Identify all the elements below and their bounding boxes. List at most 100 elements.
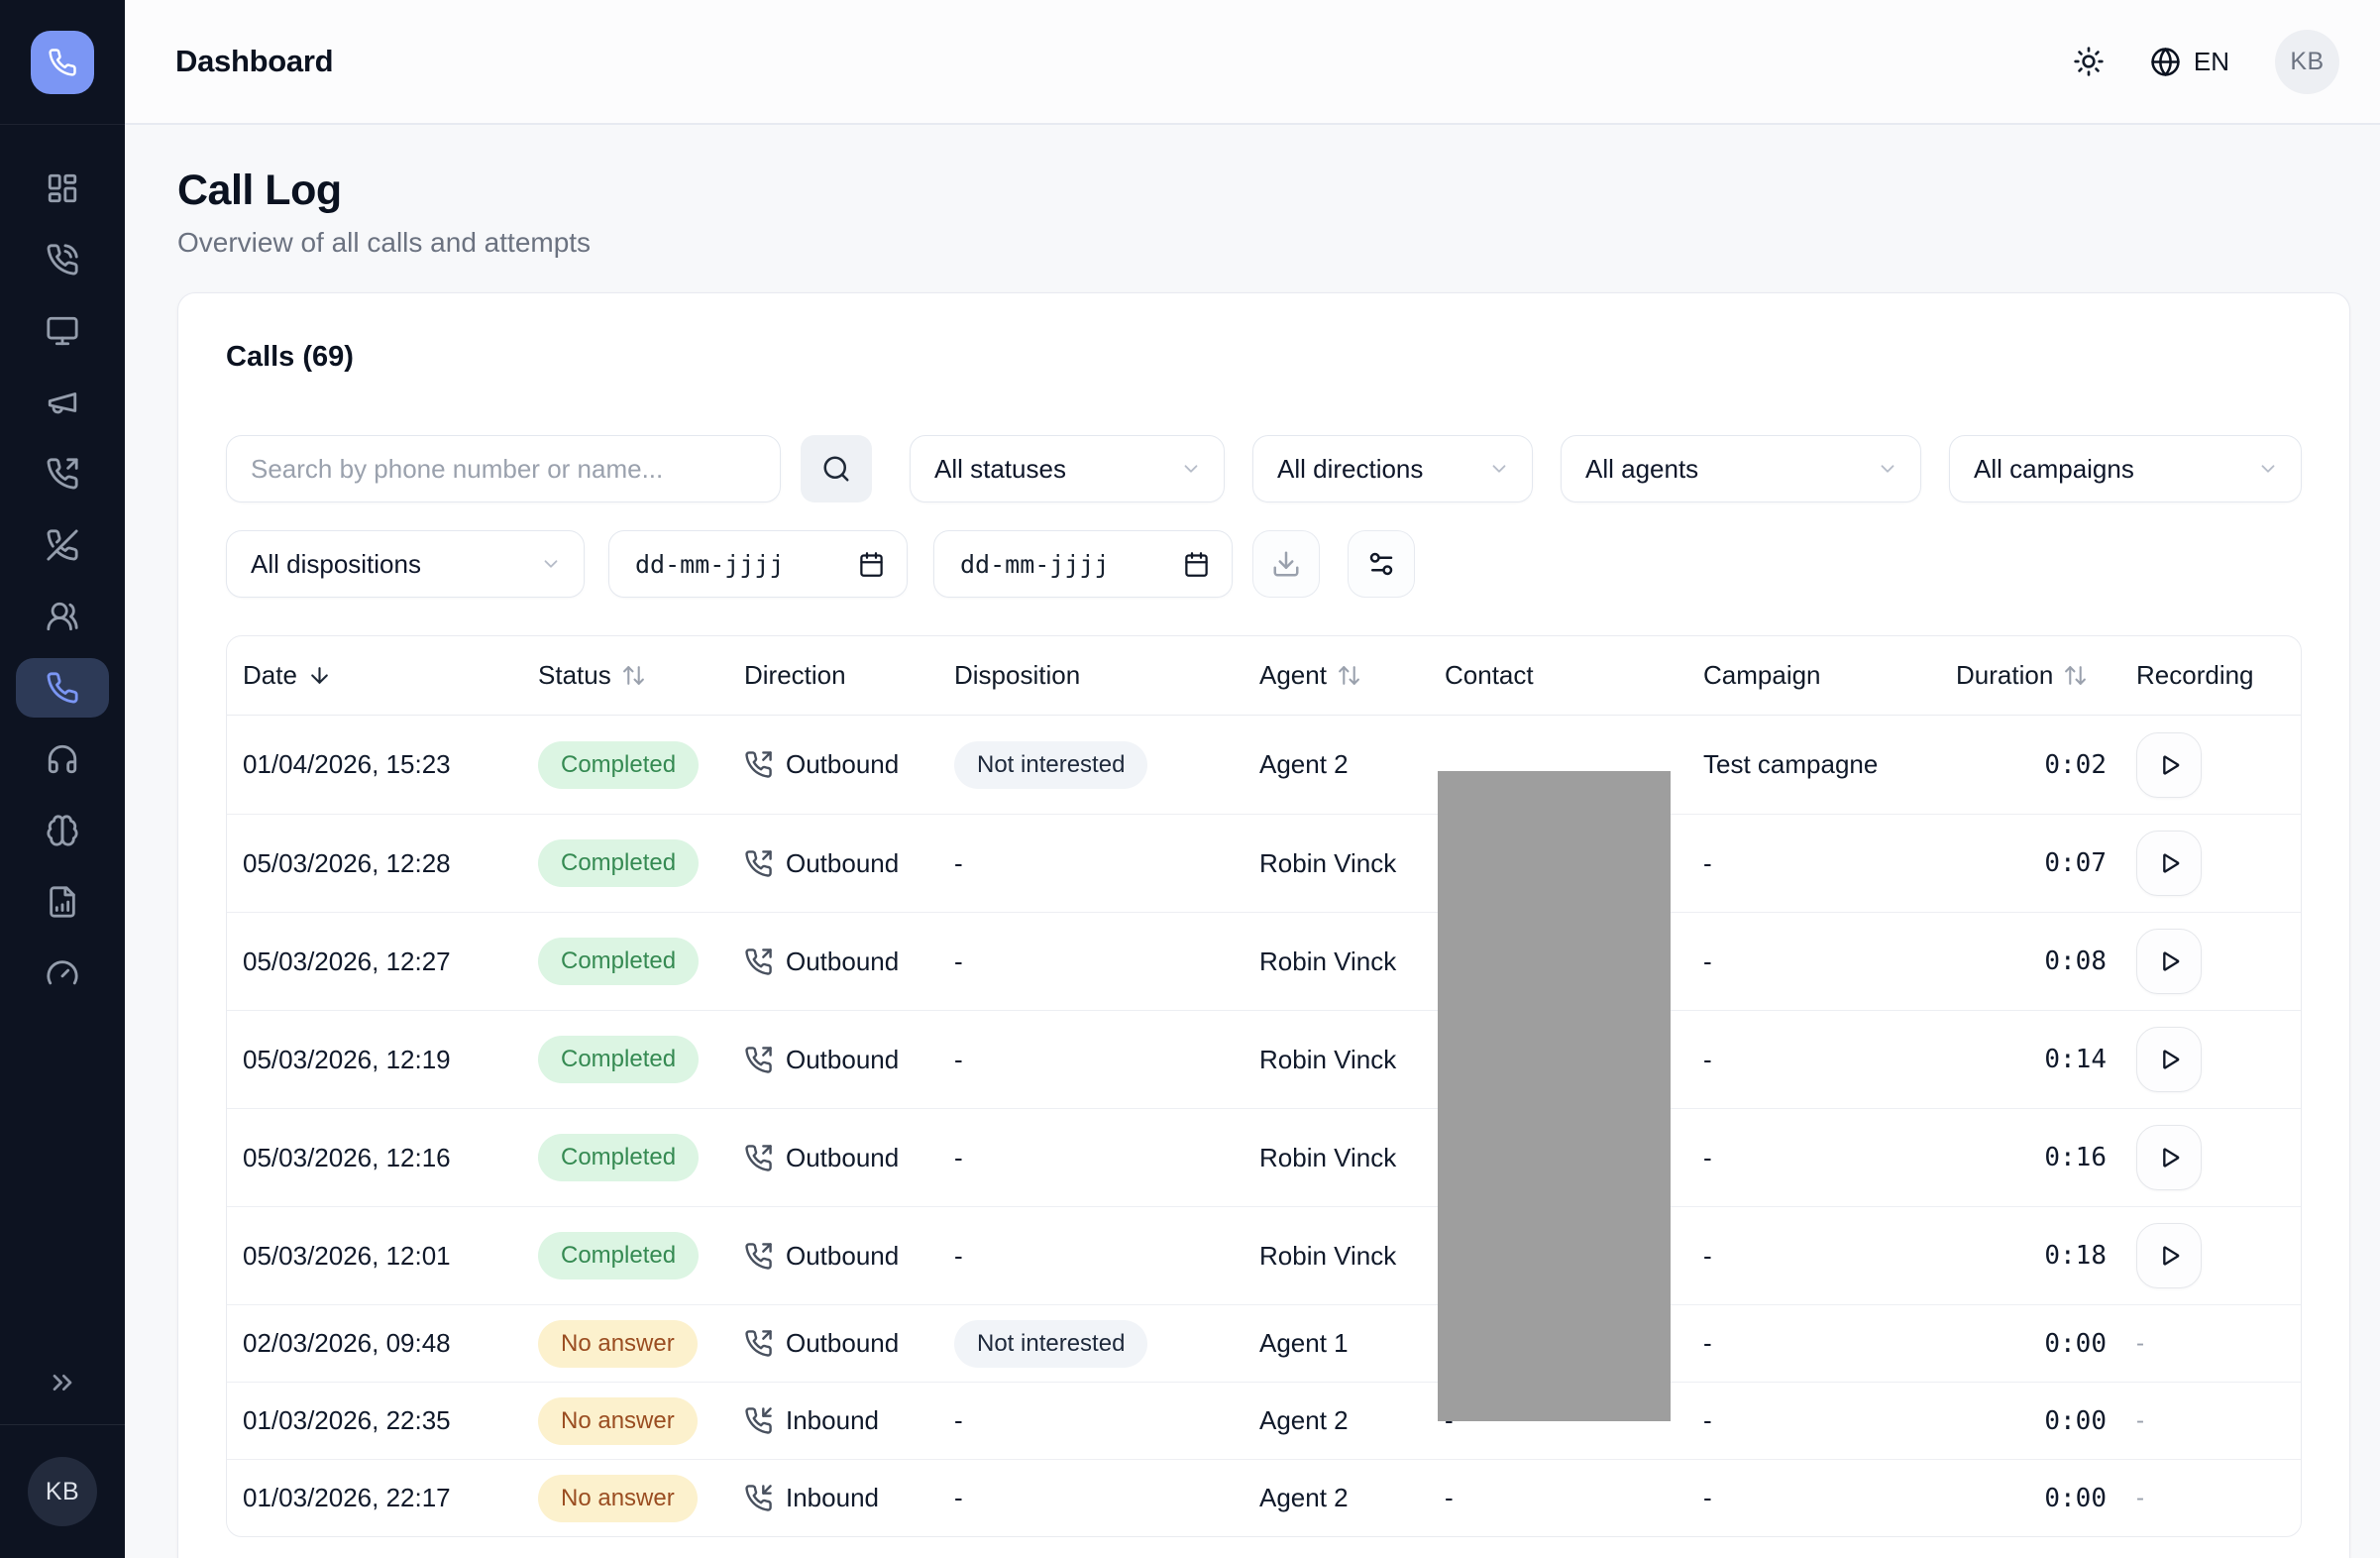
- status-badge: Completed: [538, 741, 699, 789]
- cell-recording: [2120, 929, 2292, 994]
- cell-date: 05/03/2026, 12:19: [227, 1045, 522, 1075]
- status-filter-value: All statuses: [934, 454, 1066, 485]
- cell-date: 01/03/2026, 22:17: [227, 1483, 522, 1513]
- sidebar-item-call-log[interactable]: [16, 658, 109, 718]
- main-area: Dashboard EN KB Call Log Overview of all…: [125, 0, 2380, 1558]
- sidebar-user-avatar[interactable]: KB: [28, 1457, 97, 1526]
- play-recording-button[interactable]: [2136, 1223, 2202, 1288]
- direction-label: Outbound: [786, 946, 899, 977]
- users-icon: [46, 600, 79, 633]
- brain-icon: [46, 814, 79, 847]
- cell-disposition: -: [938, 1045, 1244, 1075]
- sidebar-item-ai[interactable]: [16, 801, 109, 860]
- date-to-input[interactable]: dd-mm-jjjj: [933, 530, 1233, 598]
- sidebar-expand-button[interactable]: [47, 1367, 78, 1398]
- cell-direction: Outbound: [728, 1143, 938, 1173]
- cell-duration: 0:16: [1940, 1143, 2120, 1172]
- cell-disposition: -: [938, 1143, 1244, 1173]
- cell-date: 01/04/2026, 15:23: [227, 749, 522, 780]
- column-header-label: Date: [243, 660, 297, 691]
- language-switcher[interactable]: EN: [2150, 47, 2229, 77]
- app-logo[interactable]: [31, 31, 94, 94]
- monitor-icon: [46, 314, 79, 348]
- cell-direction: Inbound: [728, 1405, 938, 1436]
- sidebar-item-performance[interactable]: [16, 944, 109, 1003]
- file-chart-icon: [46, 885, 79, 919]
- play-icon: [2155, 751, 2183, 779]
- sidebar-item-missed-calls[interactable]: [16, 515, 109, 575]
- sidebar-item-dashboard[interactable]: [16, 159, 109, 218]
- cell-duration: 0:02: [1940, 750, 2120, 780]
- phone-outgoing-icon: [744, 750, 773, 779]
- column-header-label: Agent: [1259, 660, 1327, 691]
- phone-outgoing-icon: [744, 849, 773, 878]
- cell-status: No answer: [522, 1320, 728, 1368]
- direction-filter-value: All directions: [1277, 454, 1423, 485]
- cell-disposition: -: [938, 1241, 1244, 1272]
- cell-agent: Robin Vinck: [1244, 946, 1429, 977]
- sidebar-item-contacts[interactable]: [16, 587, 109, 646]
- phone-off-icon: [46, 528, 79, 562]
- table-row: 05/03/2026, 12:01CompletedOutbound-Robin…: [227, 1206, 2301, 1304]
- column-header-duration[interactable]: Duration: [1940, 660, 2120, 691]
- column-header-disposition: Disposition: [938, 660, 1244, 691]
- campaign-filter[interactable]: All campaigns: [1949, 435, 2302, 502]
- play-recording-button[interactable]: [2136, 1125, 2202, 1190]
- cell-duration: 0:00: [1940, 1484, 2120, 1513]
- cell-agent: Agent 1: [1244, 1328, 1429, 1359]
- play-recording-button[interactable]: [2136, 732, 2202, 798]
- search-button[interactable]: [801, 435, 872, 502]
- topbar-title: Dashboard: [175, 44, 333, 79]
- sort-updown-icon: [2063, 663, 2088, 688]
- column-header-date[interactable]: Date: [227, 660, 522, 691]
- cell-date: 02/03/2026, 09:48: [227, 1328, 522, 1359]
- user-avatar[interactable]: KB: [2275, 30, 2339, 94]
- sidebar-item-campaigns[interactable]: [16, 373, 109, 432]
- cell-status: No answer: [522, 1475, 728, 1522]
- cell-direction: Outbound: [728, 848, 938, 879]
- direction-label: Outbound: [786, 1143, 899, 1173]
- cell-date: 05/03/2026, 12:28: [227, 848, 522, 879]
- chevron-down-icon: [2257, 458, 2279, 480]
- direction-filter[interactable]: All directions: [1252, 435, 1533, 502]
- date-from-input[interactable]: dd-mm-jjjj: [608, 530, 908, 598]
- table-body: 01/04/2026, 15:23 Completed Outbound Not in…: [227, 716, 2301, 1536]
- column-settings-button[interactable]: [1348, 530, 1415, 598]
- cell-duration: 0:00: [1940, 1406, 2120, 1436]
- column-header-agent[interactable]: Agent: [1244, 660, 1429, 691]
- cell-campaign: -: [1687, 1483, 1940, 1513]
- play-recording-button[interactable]: [2136, 831, 2202, 896]
- sidebar-item-listening[interactable]: [16, 729, 109, 789]
- sidebar-item-calls[interactable]: [16, 230, 109, 289]
- table-row: 01/03/2026, 22:35No answerInbound-Agent …: [227, 1382, 2301, 1459]
- export-button[interactable]: [1252, 530, 1320, 598]
- date-from-placeholder: dd-mm-jjjj: [635, 550, 785, 579]
- page-content: Call Log Overview of all calls and attem…: [125, 125, 2380, 1558]
- cell-recording: [2120, 732, 2292, 798]
- sidebar-item-outbound[interactable]: [16, 444, 109, 503]
- column-header-status[interactable]: Status: [522, 660, 728, 691]
- cell-campaign: -: [1687, 1143, 1940, 1173]
- phone-incoming-icon: [744, 1484, 773, 1512]
- disposition-badge: Not interested: [954, 741, 1147, 789]
- table-row: 05/03/2026, 12:28CompletedOutbound-Robin…: [227, 814, 2301, 912]
- cell-recording: -: [2120, 1407, 2292, 1435]
- play-recording-button[interactable]: [2136, 929, 2202, 994]
- theme-toggle-button[interactable]: [2073, 46, 2105, 77]
- column-header-label: Status: [538, 660, 611, 691]
- sliders-icon: [1366, 549, 1396, 579]
- play-recording-button[interactable]: [2136, 1027, 2202, 1092]
- sidebar-item-monitor[interactable]: [16, 301, 109, 361]
- cell-disposition: -: [938, 1405, 1244, 1436]
- status-badge: No answer: [538, 1320, 698, 1368]
- megaphone-icon: [46, 386, 79, 419]
- disposition-filter[interactable]: All dispositions: [226, 530, 585, 598]
- sidebar-item-reports[interactable]: [16, 872, 109, 932]
- cell-recording: -: [2120, 1485, 2292, 1512]
- agent-filter[interactable]: All agents: [1561, 435, 1921, 502]
- direction-label: Inbound: [786, 1483, 879, 1513]
- cell-recording: [2120, 1125, 2292, 1190]
- search-input[interactable]: [226, 435, 781, 502]
- status-filter[interactable]: All statuses: [910, 435, 1225, 502]
- phone-incoming-icon: [744, 1406, 773, 1435]
